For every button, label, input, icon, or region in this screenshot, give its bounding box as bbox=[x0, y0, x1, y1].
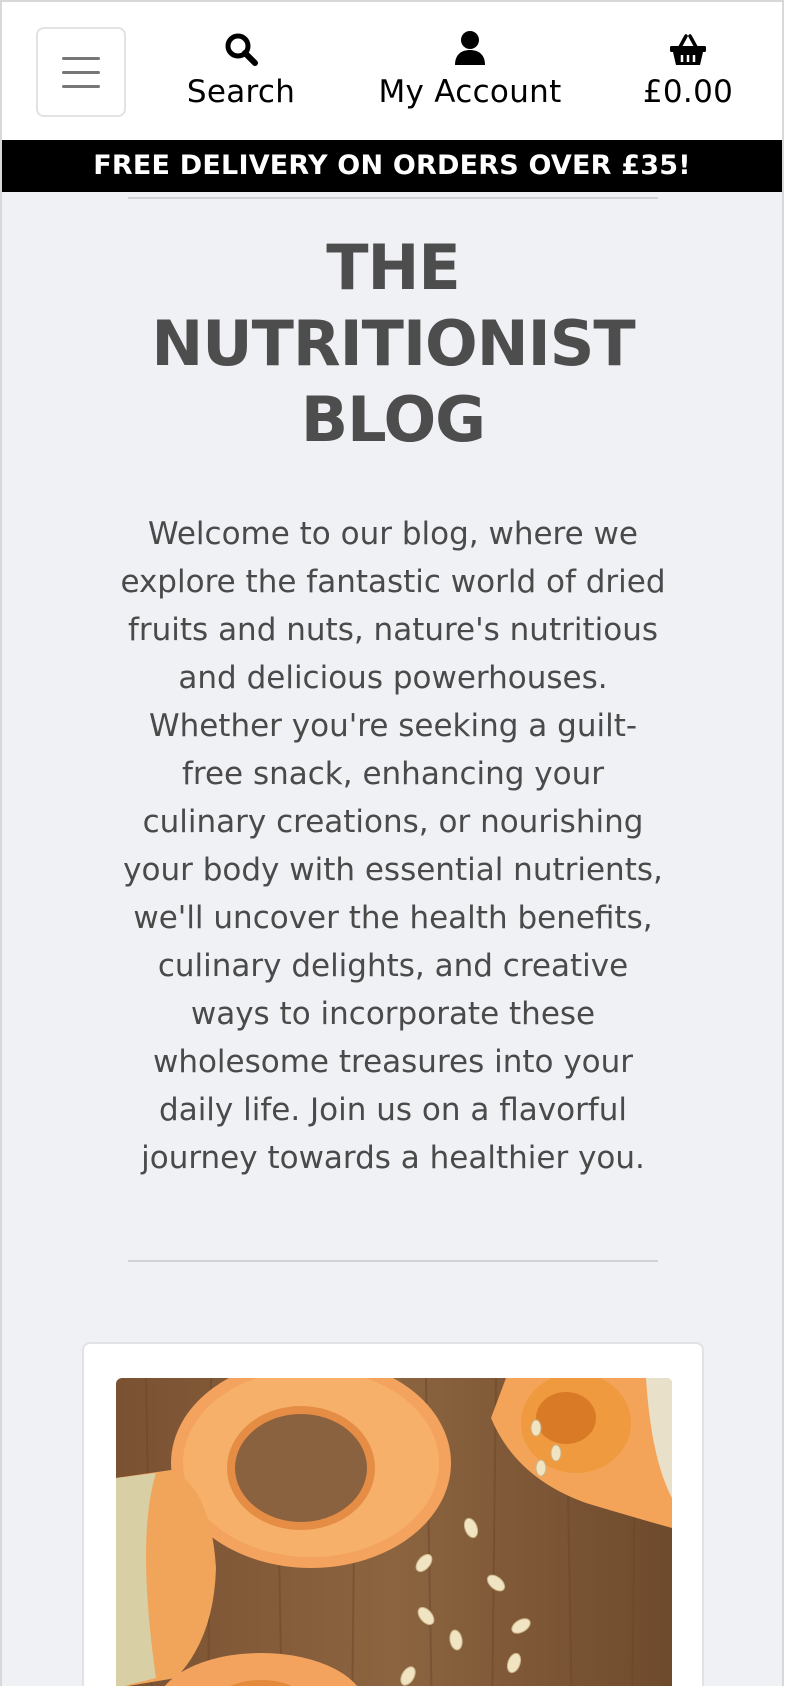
menu-icon bbox=[62, 56, 100, 60]
page-title: THE NUTRITIONIST BLOG bbox=[128, 230, 658, 458]
page: Search My Account £0.00 FREE DELIVERY ON… bbox=[0, 0, 784, 1686]
my-account-label: My Account bbox=[378, 74, 562, 110]
menu-toggle-button[interactable] bbox=[36, 27, 126, 117]
title-line: NUTRITIONIST bbox=[151, 307, 635, 380]
divider-top bbox=[128, 197, 658, 199]
title-line: THE bbox=[326, 231, 461, 304]
search-link[interactable]: Search bbox=[184, 28, 298, 110]
divider-bottom bbox=[128, 1260, 658, 1262]
blog-post-card[interactable] bbox=[82, 1342, 704, 1686]
title-line: BLOG bbox=[300, 383, 486, 456]
butternut-squash-photo bbox=[116, 1378, 672, 1686]
post-image[interactable] bbox=[116, 1378, 672, 1686]
blog-intro: Welcome to our blog, where we explore th… bbox=[120, 516, 666, 1176]
basket-icon bbox=[669, 28, 707, 66]
my-account-link[interactable]: My Account bbox=[372, 28, 568, 110]
menu-icon-bar bbox=[62, 70, 100, 74]
free-delivery-banner: FREE DELIVERY ON ORDERS OVER £35! bbox=[2, 140, 782, 192]
menu-icon-bar bbox=[62, 84, 100, 88]
search-label: Search bbox=[186, 74, 296, 110]
search-icon bbox=[224, 28, 258, 66]
cart-link[interactable]: £0.00 bbox=[638, 28, 738, 110]
site-header: Search My Account £0.00 bbox=[2, 2, 782, 140]
cart-total: £0.00 bbox=[642, 74, 734, 110]
user-icon bbox=[454, 28, 486, 66]
